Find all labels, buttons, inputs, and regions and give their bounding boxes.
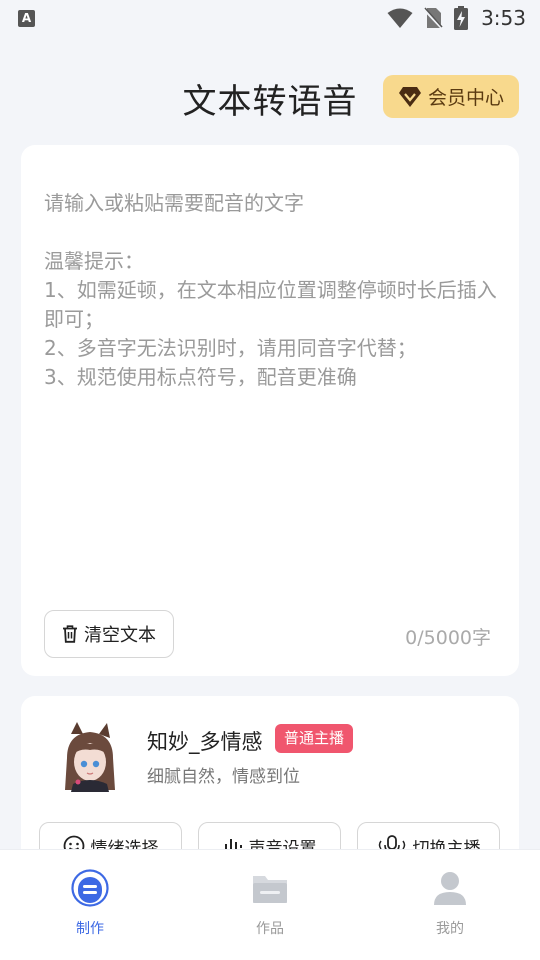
no-sim-icon xyxy=(423,7,444,29)
vip-center-button[interactable]: 会员中心 xyxy=(383,75,519,118)
nav-make[interactable]: 制作 xyxy=(30,868,150,938)
text-input-placeholder[interactable]: 请输入或粘贴需要配音的文字 温馨提示： 1、如需延顿，在文本相应位置调整停顿时长… xyxy=(44,189,499,392)
clear-text-label: 清空文本 xyxy=(84,625,156,646)
wifi-icon xyxy=(387,8,413,28)
bottom-nav: 制作 作品 我的 xyxy=(0,849,540,960)
status-time: 3:53 xyxy=(481,6,526,30)
vip-center-label: 会员中心 xyxy=(427,87,504,109)
status-left: A xyxy=(18,9,35,27)
nav-works[interactable]: 作品 xyxy=(210,868,330,938)
voice-tier-badge: 普通主播 xyxy=(275,724,354,753)
status-bar: A 3:53 xyxy=(0,0,540,36)
clear-text-button[interactable]: 清空文本 xyxy=(44,610,174,658)
anime-avatar-image xyxy=(55,720,125,792)
voice-avatar[interactable] xyxy=(55,720,125,792)
nav-mine[interactable]: 我的 xyxy=(390,868,510,938)
battery-charging-icon xyxy=(454,6,469,30)
voice-name: 知妙_多情感 xyxy=(147,730,263,754)
notification-a-icon: A xyxy=(18,9,35,27)
diamond-icon xyxy=(398,86,421,107)
char-count: 0/5000字 xyxy=(405,627,491,649)
header: 文本转语音 会员中心 xyxy=(0,70,540,124)
status-right: 3:53 xyxy=(387,6,526,30)
voice-description: 细腻自然，情感到位 xyxy=(147,767,300,787)
nav-make-label: 制作 xyxy=(76,921,104,937)
trash-icon xyxy=(63,625,77,643)
nav-works-label: 作品 xyxy=(256,921,284,937)
folder-icon xyxy=(253,876,287,903)
text-editor-card: 请输入或粘贴需要配音的文字 温馨提示： 1、如需延顿，在文本相应位置调整停顿时长… xyxy=(21,145,519,676)
robot-icon xyxy=(71,869,109,907)
user-icon xyxy=(434,872,466,905)
nav-mine-label: 我的 xyxy=(436,921,464,937)
